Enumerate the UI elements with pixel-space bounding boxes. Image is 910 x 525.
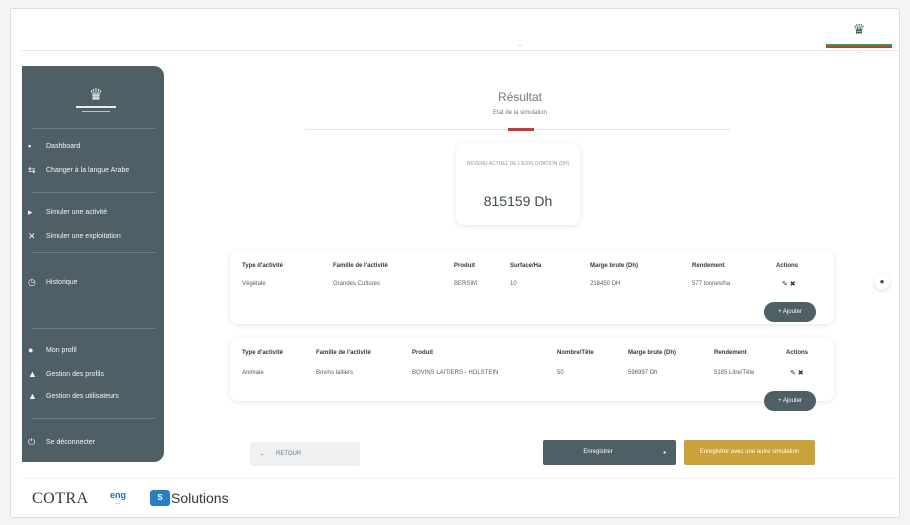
column-header: Surface/Ha [510, 263, 542, 269]
add-animal-button[interactable]: + Ajouter [764, 391, 816, 411]
table-cell: 577 tonnes/ha [692, 281, 731, 287]
column-header: Famille de l'activité [316, 350, 371, 356]
animal-activity-table: Type d'activité Famille de l'activité Pr… [230, 338, 834, 401]
table-cell: 596997 Dh [628, 370, 658, 376]
sidebar-item-dashboard[interactable]: ▪ Dashboard [22, 138, 164, 154]
sidebar-item-history[interactable]: ◷ Historique [22, 274, 164, 290]
solutions-logo: S Solutions [150, 490, 229, 506]
sidebar: ♛ ▪ Dashboard ⇆ Changer à la langue Arab… [22, 66, 164, 462]
save-with-other-simulation-button[interactable]: Enregistrer avec une autre simulation [684, 440, 815, 465]
add-vegetal-button[interactable]: + Ajouter [764, 302, 816, 322]
sidebar-item-label: Simuler une activité [46, 208, 108, 216]
column-header: Type d'activité [242, 350, 283, 356]
cotra-logo: COTRA [32, 490, 89, 507]
title-accent [508, 128, 534, 131]
column-header: Produit [412, 350, 433, 356]
sidebar-item-label: Historique [46, 278, 78, 286]
export-button-label: Enregistrer avec une autre simulation [699, 449, 800, 455]
row-edit-delete-icons[interactable]: ✎ ✖ [782, 280, 796, 288]
save-button[interactable]: Enregistrer ▪ [543, 440, 676, 465]
back-button-label: RETOUR [276, 451, 302, 457]
sidebar-item-logout[interactable]: ⏻ Se déconnecter [22, 434, 164, 450]
users-icon: ▲ [28, 391, 37, 401]
table-cell: Bovins laitiers [316, 370, 354, 376]
settings-float-icon[interactable]: ● [874, 274, 890, 290]
sidebar-item-label: Simuler une exploitation [46, 232, 121, 240]
column-header: Nombre/Tête [557, 350, 594, 356]
table-cell: Animale [242, 370, 264, 376]
footer-divider [22, 478, 898, 479]
sidebar-item-label: Gestion des utilisateurs [46, 392, 119, 400]
sidebar-item-label: Mon profil [46, 346, 77, 354]
sidebar-divider [32, 128, 156, 129]
sidebar-divider [32, 418, 156, 419]
column-header: Produit [454, 263, 475, 269]
column-header: Famille de l'activité [333, 263, 388, 269]
crown-emblem-icon: ♛ [88, 87, 104, 104]
profiles-icon: ▲ [28, 369, 37, 379]
sidebar-item-label: Se déconnecter [46, 438, 96, 446]
table-cell: BERSIM [454, 281, 478, 287]
column-header: Rendement [692, 263, 725, 269]
sidebar-item-users[interactable]: ▲ Gestion des utilisateurs [22, 388, 164, 404]
dashboard-icon: ▪ [28, 141, 32, 151]
revenue-card: REVENU ACTUEL DE L'EXPLOITATION (DH) 815… [456, 143, 580, 225]
crown-emblem-icon: ♛ [852, 21, 866, 37]
sidebar-divider [32, 192, 156, 193]
sidebar-item-simulate-farm[interactable]: ✕ Simuler une exploitation [22, 228, 164, 244]
column-header: Marge brute (Dh) [628, 350, 676, 356]
table-cell: 218450 DH [590, 281, 621, 287]
row-edit-delete-icons[interactable]: ✎ ✖ [790, 369, 804, 377]
header-tab: ... [517, 42, 523, 48]
table-cell: 5185 Litre/Tête [714, 370, 755, 376]
column-header: Rendement [714, 350, 747, 356]
sidebar-logo: ♛ [76, 88, 116, 112]
sidebar-item-simulate-activity[interactable]: ▸ Simuler une activité [22, 204, 164, 220]
table-cell: 50 [557, 370, 564, 376]
table-cell: Végétale [242, 281, 266, 287]
farm-icon: ✕ [28, 231, 36, 241]
activity-icon: ▸ [28, 207, 33, 217]
profile-icon: ● [28, 345, 34, 355]
solutions-mark-icon: S [150, 490, 170, 506]
sidebar-item-label: Changer à la langue Arabe [46, 166, 130, 174]
language-icon: ⇆ [28, 165, 36, 175]
vegetal-activity-table: Type d'activité Famille de l'activité Pr… [230, 251, 834, 324]
partner-logo: eng ... [109, 490, 126, 506]
sidebar-item-language[interactable]: ⇆ Changer à la langue Arabe [22, 162, 164, 178]
save-button-label: Enregistrer [583, 449, 613, 455]
table-cell: BOVINS LAITIERS - HOLSTEIN [412, 370, 499, 376]
column-header: Actions [776, 263, 799, 269]
sidebar-divider [32, 252, 156, 253]
sidebar-divider [32, 328, 156, 329]
revenue-label: REVENU ACTUEL DE L'EXPLOITATION (DH) [466, 161, 570, 167]
table-cell: Grandes Cultures [333, 281, 381, 287]
logout-icon: ⏻ [28, 437, 36, 447]
sidebar-item-label: Dashboard [46, 142, 81, 150]
history-icon: ◷ [28, 277, 36, 287]
page-subtitle: Etat de la simulation [492, 110, 548, 116]
page-title: Résultat [497, 90, 543, 104]
table-cell: 10 [510, 281, 517, 287]
back-button[interactable]: ← RETOUR [250, 442, 360, 466]
sidebar-item-profile[interactable]: ● Mon profil [22, 342, 164, 358]
column-header: Type d'activité [242, 263, 283, 269]
column-header: Actions [786, 350, 809, 356]
sidebar-item-profiles[interactable]: ▲ Gestion des profils [22, 366, 164, 382]
column-header: Marge brute (Dh) [590, 263, 638, 269]
sidebar-item-label: Gestion des profils [46, 370, 104, 378]
header-divider [22, 50, 898, 51]
save-icon: ▪ [663, 448, 666, 457]
ministry-logo: ♛ ... [826, 21, 892, 55]
revenue-value: 815159 Dh [483, 193, 553, 209]
arrow-left-icon: ← [259, 450, 267, 458]
